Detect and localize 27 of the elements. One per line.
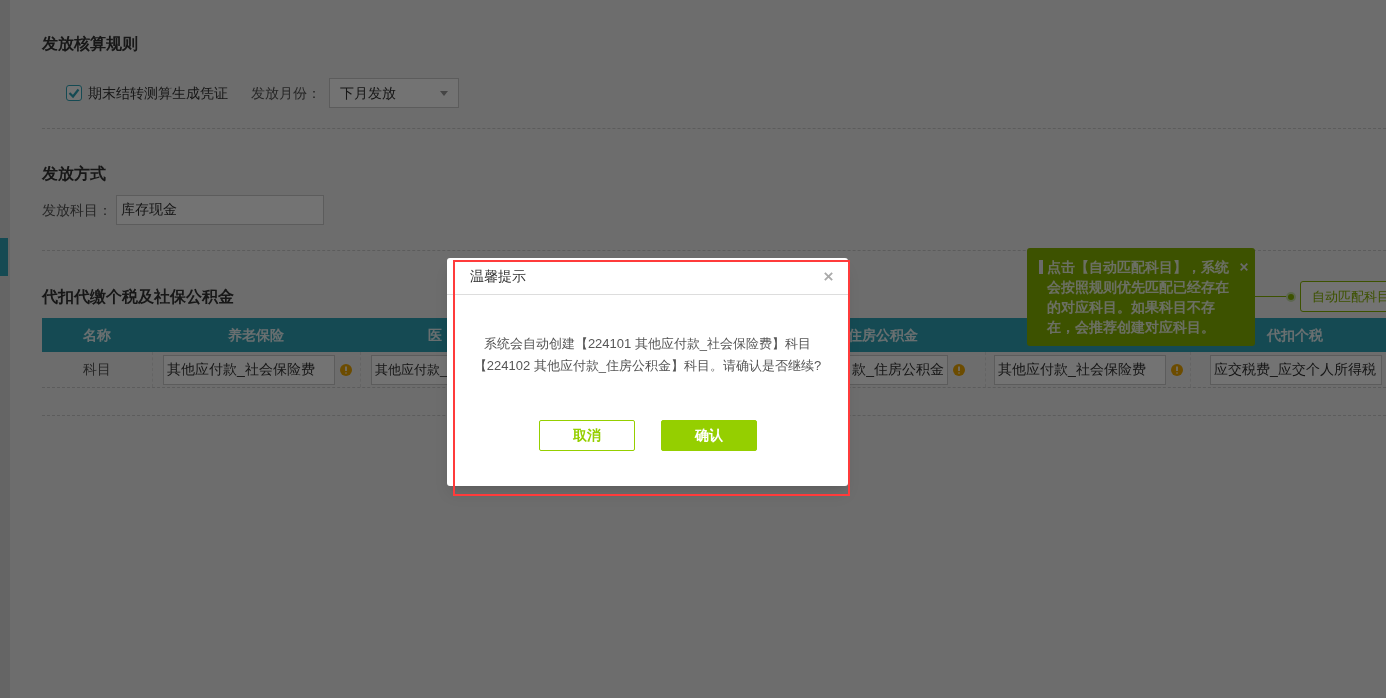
field-label: 发放月份： <box>251 83 321 103</box>
column-header: 养老保险 <box>228 325 284 345</box>
account-field[interactable]: 其他应付款_社会保险费 <box>163 354 335 385</box>
account-field[interactable]: 其他应付款_社会保险费 <box>994 354 1166 385</box>
checkbox-label: 期末结转测算生成凭证 <box>88 83 228 103</box>
check-icon <box>68 87 80 99</box>
row-label: 科目 <box>83 360 111 379</box>
checkbox[interactable] <box>66 85 82 101</box>
field-label: 发放科目： <box>42 200 112 220</box>
dialog-title: 温馨提示 <box>470 266 526 286</box>
column-header: 医 <box>428 325 442 345</box>
column-header: 代扣个税 <box>1267 325 1323 345</box>
section-title: 发放方式 <box>42 164 106 184</box>
column-header: 名称 <box>83 325 111 345</box>
sidebar-marker <box>0 238 8 276</box>
caret-icon <box>440 90 448 96</box>
section-title: 代扣代缴个税及社保公积金 <box>42 287 234 307</box>
dialog-message: 【224102 其他应付款_住房公积金】科目。请确认是否继续? <box>473 357 822 375</box>
month-select[interactable]: 下月发放 <box>329 78 459 108</box>
account-field[interactable]: 库存现金 <box>116 195 324 225</box>
account-field[interactable]: 应交税费_应交个人所得税 <box>1210 354 1382 385</box>
dialog-message: 系统会自动创建【224101 其他应付款_社会保险费】科目 <box>483 335 812 353</box>
account-field[interactable]: 款_住房公积金 <box>848 354 948 385</box>
tooltip-text: 点击【自动匹配科目】，系统会按照规则优先匹配已经存在的对应科目。如果科目不存在，会推荐创建对应科目。 <box>1047 258 1230 337</box>
accent-bar <box>1039 260 1043 274</box>
close-icon[interactable] <box>823 270 834 282</box>
section-title: 发放核算规则 <box>42 34 138 54</box>
